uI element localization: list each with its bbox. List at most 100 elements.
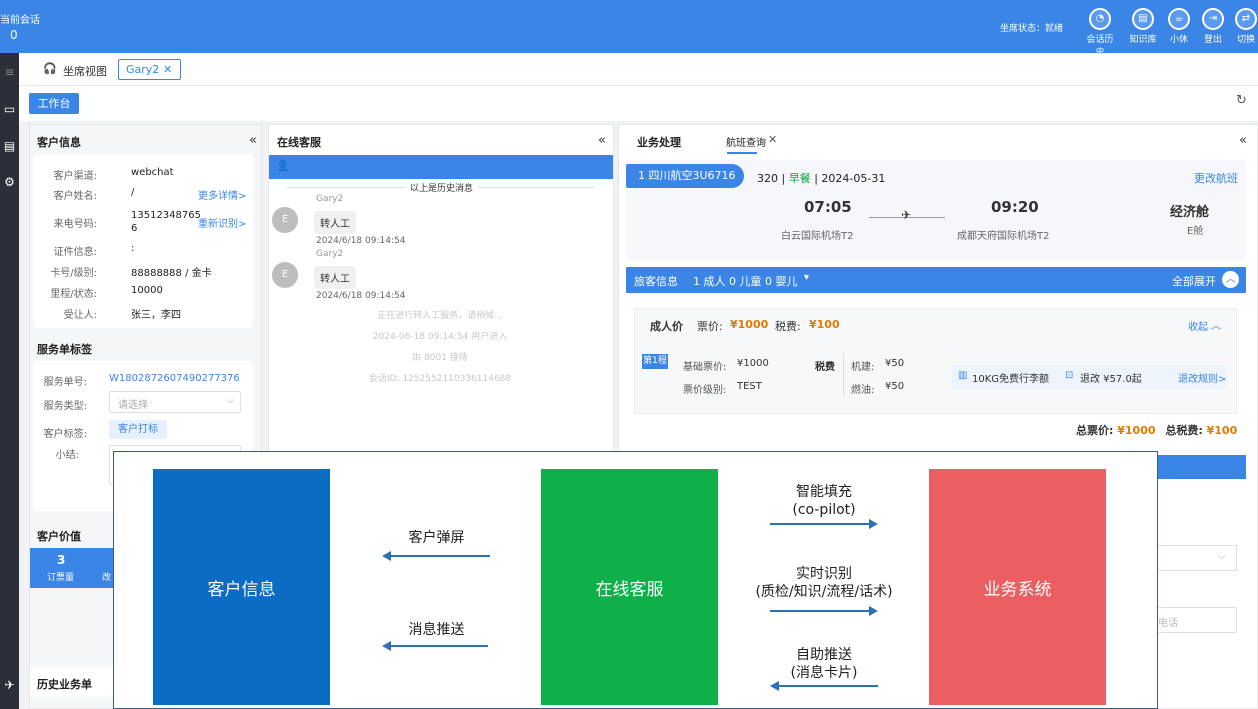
coffee-icon: ☕ [1168,8,1190,30]
tab-business[interactable]: 业务处理 [637,134,681,150]
change-count-label: 改 [102,573,112,583]
menu-collapse-icon[interactable]: ≡ [2,65,17,80]
collapse-icon[interactable]: « [1239,133,1247,148]
phone-input[interactable]: 电话 [1157,607,1237,633]
chevron-down-icon: ⌵ [1218,551,1226,562]
online-service-box: 在线客服 [541,469,718,705]
headset-icon: 🎧 [43,62,57,75]
luggage-icon: ▥ [958,370,968,381]
refresh-icon[interactable]: ↻ [1236,93,1247,108]
adult-fare-card: 成人价 票价: ¥1000 税费: ¥100 收起 ︿ 第1程 基础票价: ¥1… [634,308,1237,414]
collapse-link[interactable]: 收起 [1188,318,1208,333]
agent-view-label[interactable]: 坐席视图 [63,63,107,79]
customer-info-box: 客户信息 [153,469,330,705]
cabin-class: 经济舱 [1170,205,1210,220]
left-sidebar: ≡ ▭ ▤ ⚙ ✈ [0,53,19,709]
current-session-count: 0 [10,28,18,42]
field-label: 客户渠道: [53,171,97,182]
caret-down-icon[interactable]: ▾ [804,272,809,283]
message-time: 2024/6/18 09:14:54 [316,291,406,301]
id-value: : [131,243,135,254]
field-label: 客户姓名: [53,191,97,202]
monitor-icon[interactable]: ▭ [2,102,17,117]
departure-time: 07:05 [804,198,852,216]
flight-meta: 320 | 早餐 | 2024-05-31 [757,172,886,185]
close-icon[interactable]: ✕ [163,63,172,76]
field-label: 证件信息: [53,247,97,258]
change-flight-link[interactable]: 更改航班 [1194,170,1238,186]
refund-icon: ⊡ [1065,370,1074,381]
name-value: / [131,187,135,198]
order-no-link[interactable]: W1802872607490277376 [109,373,240,384]
fare-level-value: TEST [737,381,762,392]
partial-blue-bar [1157,455,1246,479]
adult-price-label: 成人价 [650,320,683,333]
customer-tag-button[interactable]: 客户打标 [109,420,167,439]
fare-level-label: 票价级别: [683,385,727,396]
refund-rule-link[interactable]: 退改规则> [1178,370,1226,385]
leg-badge: 第1程 [642,354,668,369]
baggage-bar: ▥ 10KG免费行李额 ⊡ 退改 ¥57.0起 退改规则> [952,365,1227,389]
avatar: E [272,262,298,288]
arrow-label-copilot: 智能填充 (co-pilot) [792,484,856,518]
ticket-count: 3 [57,553,66,567]
settings-icon[interactable]: ⚙ [2,175,17,190]
base-fare-label: 基础票价: [683,362,727,373]
break-button[interactable]: ☕ 小休 [1162,8,1196,45]
architecture-diagram: 客户信息 在线客服 业务系统 客户弹屏 消息推送 智能填充 (co-pilot) … [113,451,1158,709]
chevron-up-icon[interactable]: ︿ [1222,271,1239,288]
mileage-value: 10000 [131,285,163,296]
arrival-airport: 成都天府国际机场T2 [957,231,1050,242]
workspace-row: 工作台 ↻ [19,86,1258,121]
plane-icon: ✈ [901,208,912,222]
collapse-icon[interactable]: « [249,133,257,148]
assignee-value: 张三，李四 [131,310,181,321]
service-type-select[interactable]: 请选择 ⌵ [109,391,241,413]
history-order-title: 历史业务单 [37,678,92,691]
close-icon[interactable]: ✕ [768,133,777,146]
card-value: 88888888 / 金卡 [131,268,212,279]
airport-tax-value: ¥50 [885,358,905,369]
partial-select[interactable]: ⌵ [1157,545,1237,571]
chevron-down-icon: ⌵ [226,395,234,406]
history-note: 以上是历史消息 [404,181,480,194]
field-label: 里程/状态: [50,289,97,300]
arrow-copilot [770,523,870,525]
avatar: E [272,207,298,233]
re-identify-link[interactable]: 重新识别> [198,215,246,230]
customer-value-title: 客户价值 [37,530,81,543]
system-message: 2024-06-18 09:14:54 用户进入 [372,332,508,342]
chevron-up-icon[interactable]: ︿ [1211,317,1221,332]
tab-flight-search[interactable]: 航班查询 [726,134,766,149]
baggage-allowance: 10KG免费行李额 [972,374,1050,385]
arrowhead-left [382,551,391,561]
service-tag-title: 服务单标签 [37,343,92,356]
collapse-icon[interactable]: « [598,133,606,148]
workspace-tab[interactable]: 工作台 [29,93,79,114]
summary-label: 小结: [55,450,79,461]
logout-button[interactable]: ⇥ 登出 [1196,8,1230,45]
expand-all-button[interactable]: 全部展开 [1172,273,1216,289]
flight-card: 1 四川航空3U6716 320 | 早餐 | 2024-05-31 更改航班 … [626,160,1246,260]
tax-title: 税费 [815,362,835,373]
agent-status[interactable]: 坐席状态：就绪 [1000,21,1063,34]
user-icon: 👤 [276,159,290,172]
order-no-label: 服务单号: [43,377,87,388]
tax-value: ¥100 [809,318,840,331]
tab-row: 🎧 坐席视图 Gary2 ✕ [19,53,1258,86]
fuel-tax-label: 燃油: [851,385,875,396]
passenger-bar[interactable]: 旅客信息 1 成人 0 儿童 0 婴儿 ▾ 全部展开 ︿ [626,267,1246,293]
chat-header-bar: 👤 [269,155,613,179]
chat-history-button[interactable]: ◔会话历史 [1083,8,1117,58]
knowledge-button[interactable]: ▤ 知识库 [1126,8,1160,45]
arrowhead-right [869,606,878,616]
tab-gary2[interactable]: Gary2 ✕ [118,59,181,80]
cabin-code: E舱 [1187,226,1204,237]
system-message: 由 8001 接待 [412,353,468,363]
message-time: 2024/6/18 09:14:54 [316,236,406,246]
fuel-tax-value: ¥50 [885,381,905,392]
switch-button[interactable]: ⇄ 切换 [1229,8,1258,45]
airport-tax-label: 机建: [851,362,875,373]
more-details-link[interactable]: 更多详情> [198,187,246,202]
list-icon[interactable]: ▤ [2,139,17,154]
